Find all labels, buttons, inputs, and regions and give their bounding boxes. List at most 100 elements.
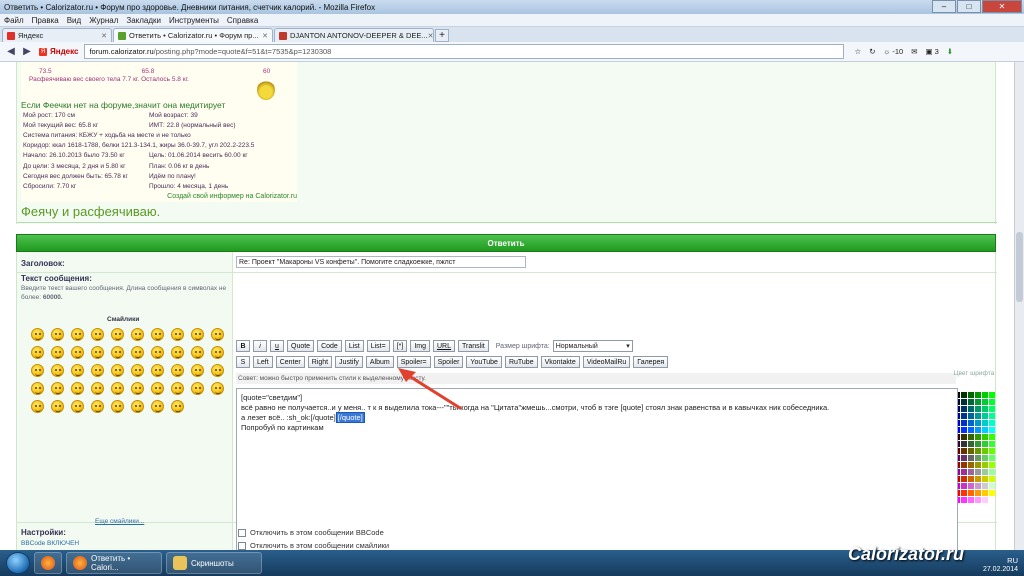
color-swatch[interactable] <box>982 434 988 440</box>
smiley-icon[interactable] <box>131 400 144 413</box>
justify-button[interactable]: Justify <box>335 356 363 368</box>
menu-help[interactable]: Справка <box>227 16 258 25</box>
color-swatch[interactable] <box>982 420 988 426</box>
smiley-icon[interactable] <box>91 364 104 377</box>
color-swatch[interactable] <box>961 413 967 419</box>
italic-button[interactable]: i <box>253 340 267 352</box>
bookmark-star-icon[interactable]: ☆ <box>854 47 861 56</box>
color-swatch[interactable] <box>989 420 995 426</box>
align-right-button[interactable]: Right <box>307 356 333 368</box>
color-swatch[interactable] <box>968 399 974 405</box>
vkontakte-button[interactable]: Vkontakte <box>540 356 580 368</box>
color-swatch[interactable] <box>968 434 974 440</box>
menu-bookmarks[interactable]: Закладки <box>126 16 161 25</box>
back-icon[interactable]: ◀ <box>3 44 19 60</box>
smiley-icon[interactable] <box>111 400 124 413</box>
tray-language[interactable]: RU <box>1007 556 1018 565</box>
close-button[interactable]: ✕ <box>982 0 1022 13</box>
maximize-button[interactable]: □ <box>957 0 981 13</box>
smiley-icon[interactable] <box>71 400 84 413</box>
smiley-icon[interactable] <box>211 382 224 395</box>
youtube-button[interactable]: YouTube <box>466 356 502 368</box>
smiley-icon[interactable] <box>111 382 124 395</box>
color-swatch[interactable] <box>989 413 995 419</box>
color-swatch[interactable] <box>975 462 981 468</box>
smiley-icon[interactable] <box>191 328 204 341</box>
color-swatch[interactable] <box>961 497 967 503</box>
smiley-icon[interactable] <box>151 400 164 413</box>
smiley-icon[interactable] <box>171 400 184 413</box>
smiley-icon[interactable] <box>191 382 204 395</box>
smiley-icon[interactable] <box>151 328 164 341</box>
url-button[interactable]: URL <box>433 340 456 352</box>
color-swatch[interactable] <box>961 420 967 426</box>
color-swatch[interactable] <box>968 497 974 503</box>
strike-button[interactable]: S <box>236 356 250 368</box>
color-swatch[interactable] <box>975 455 981 461</box>
rutube-button[interactable]: RuTube <box>504 356 538 368</box>
color-swatch[interactable] <box>968 441 974 447</box>
color-swatch[interactable] <box>975 490 981 496</box>
smiley-icon[interactable] <box>51 328 64 341</box>
list-button[interactable]: List <box>344 340 364 352</box>
firefox-pinned-icon[interactable] <box>34 552 62 574</box>
color-swatch[interactable] <box>968 469 974 475</box>
color-swatch[interactable] <box>968 420 974 426</box>
color-swatch[interactable] <box>961 469 967 475</box>
color-palette[interactable] <box>954 392 995 503</box>
scrollbar-thumb[interactable] <box>1016 232 1023 302</box>
color-swatch[interactable] <box>961 406 967 412</box>
disable-bbcode-checkbox[interactable] <box>238 528 246 537</box>
smiley-icon[interactable] <box>51 364 64 377</box>
color-swatch[interactable] <box>968 406 974 412</box>
menu-history[interactable]: Журнал <box>89 16 118 25</box>
color-swatch[interactable] <box>989 392 995 398</box>
color-swatch[interactable] <box>989 448 995 454</box>
smiley-icon[interactable] <box>171 364 184 377</box>
smiley-icon[interactable] <box>31 346 44 359</box>
color-swatch[interactable] <box>961 476 967 482</box>
bold-button[interactable]: B <box>236 340 250 352</box>
font-size-select[interactable]: Нормальный <box>552 340 633 352</box>
smiley-icon[interactable] <box>131 382 144 395</box>
quote-button[interactable]: Quote <box>287 340 315 352</box>
color-swatch[interactable] <box>975 448 981 454</box>
more-smileys-link[interactable]: Еще смайлики... <box>95 518 144 525</box>
color-swatch[interactable] <box>989 427 995 433</box>
color-swatch[interactable] <box>961 427 967 433</box>
smiley-icon[interactable] <box>91 328 104 341</box>
tab-djanton[interactable]: DJANTON ANTONOV-DEEPER & DEE... ✕ <box>274 28 434 42</box>
color-swatch[interactable] <box>989 483 995 489</box>
yandex-label[interactable]: Яндекс <box>50 47 78 56</box>
smiley-icon[interactable] <box>171 382 184 395</box>
smiley-icon[interactable] <box>171 328 184 341</box>
color-swatch[interactable] <box>982 448 988 454</box>
color-swatch[interactable] <box>982 455 988 461</box>
menu-tools[interactable]: Инструменты <box>169 16 219 25</box>
color-swatch[interactable] <box>961 455 967 461</box>
page-scrollbar[interactable] <box>1014 62 1024 550</box>
videomailru-button[interactable]: VideoMailRu <box>582 356 631 368</box>
color-swatch[interactable] <box>982 476 988 482</box>
smiley-icon[interactable] <box>111 364 124 377</box>
menu-file[interactable]: Файл <box>4 16 24 25</box>
color-swatch[interactable] <box>968 413 974 419</box>
color-swatch[interactable] <box>975 476 981 482</box>
disable-smileys-option[interactable]: Отключить в этом сообщении смайлики <box>238 541 389 550</box>
color-swatch[interactable] <box>961 392 967 398</box>
disable-bbcode-option[interactable]: Отключить в этом сообщении BBCode <box>238 528 384 537</box>
forward-icon[interactable]: ▶ <box>19 44 35 60</box>
weather-icon[interactable]: ☼ -10 <box>884 47 904 56</box>
color-swatch[interactable] <box>989 406 995 412</box>
smiley-icon[interactable] <box>91 346 104 359</box>
color-swatch[interactable] <box>968 427 974 433</box>
smiley-icon[interactable] <box>151 382 164 395</box>
color-swatch[interactable] <box>961 483 967 489</box>
smiley-icon[interactable] <box>211 328 224 341</box>
color-swatch[interactable] <box>982 399 988 405</box>
smiley-icon[interactable] <box>151 346 164 359</box>
color-swatch[interactable] <box>989 462 995 468</box>
new-tab-button[interactable]: + <box>435 29 449 42</box>
color-swatch[interactable] <box>989 434 995 440</box>
color-swatch[interactable] <box>968 462 974 468</box>
